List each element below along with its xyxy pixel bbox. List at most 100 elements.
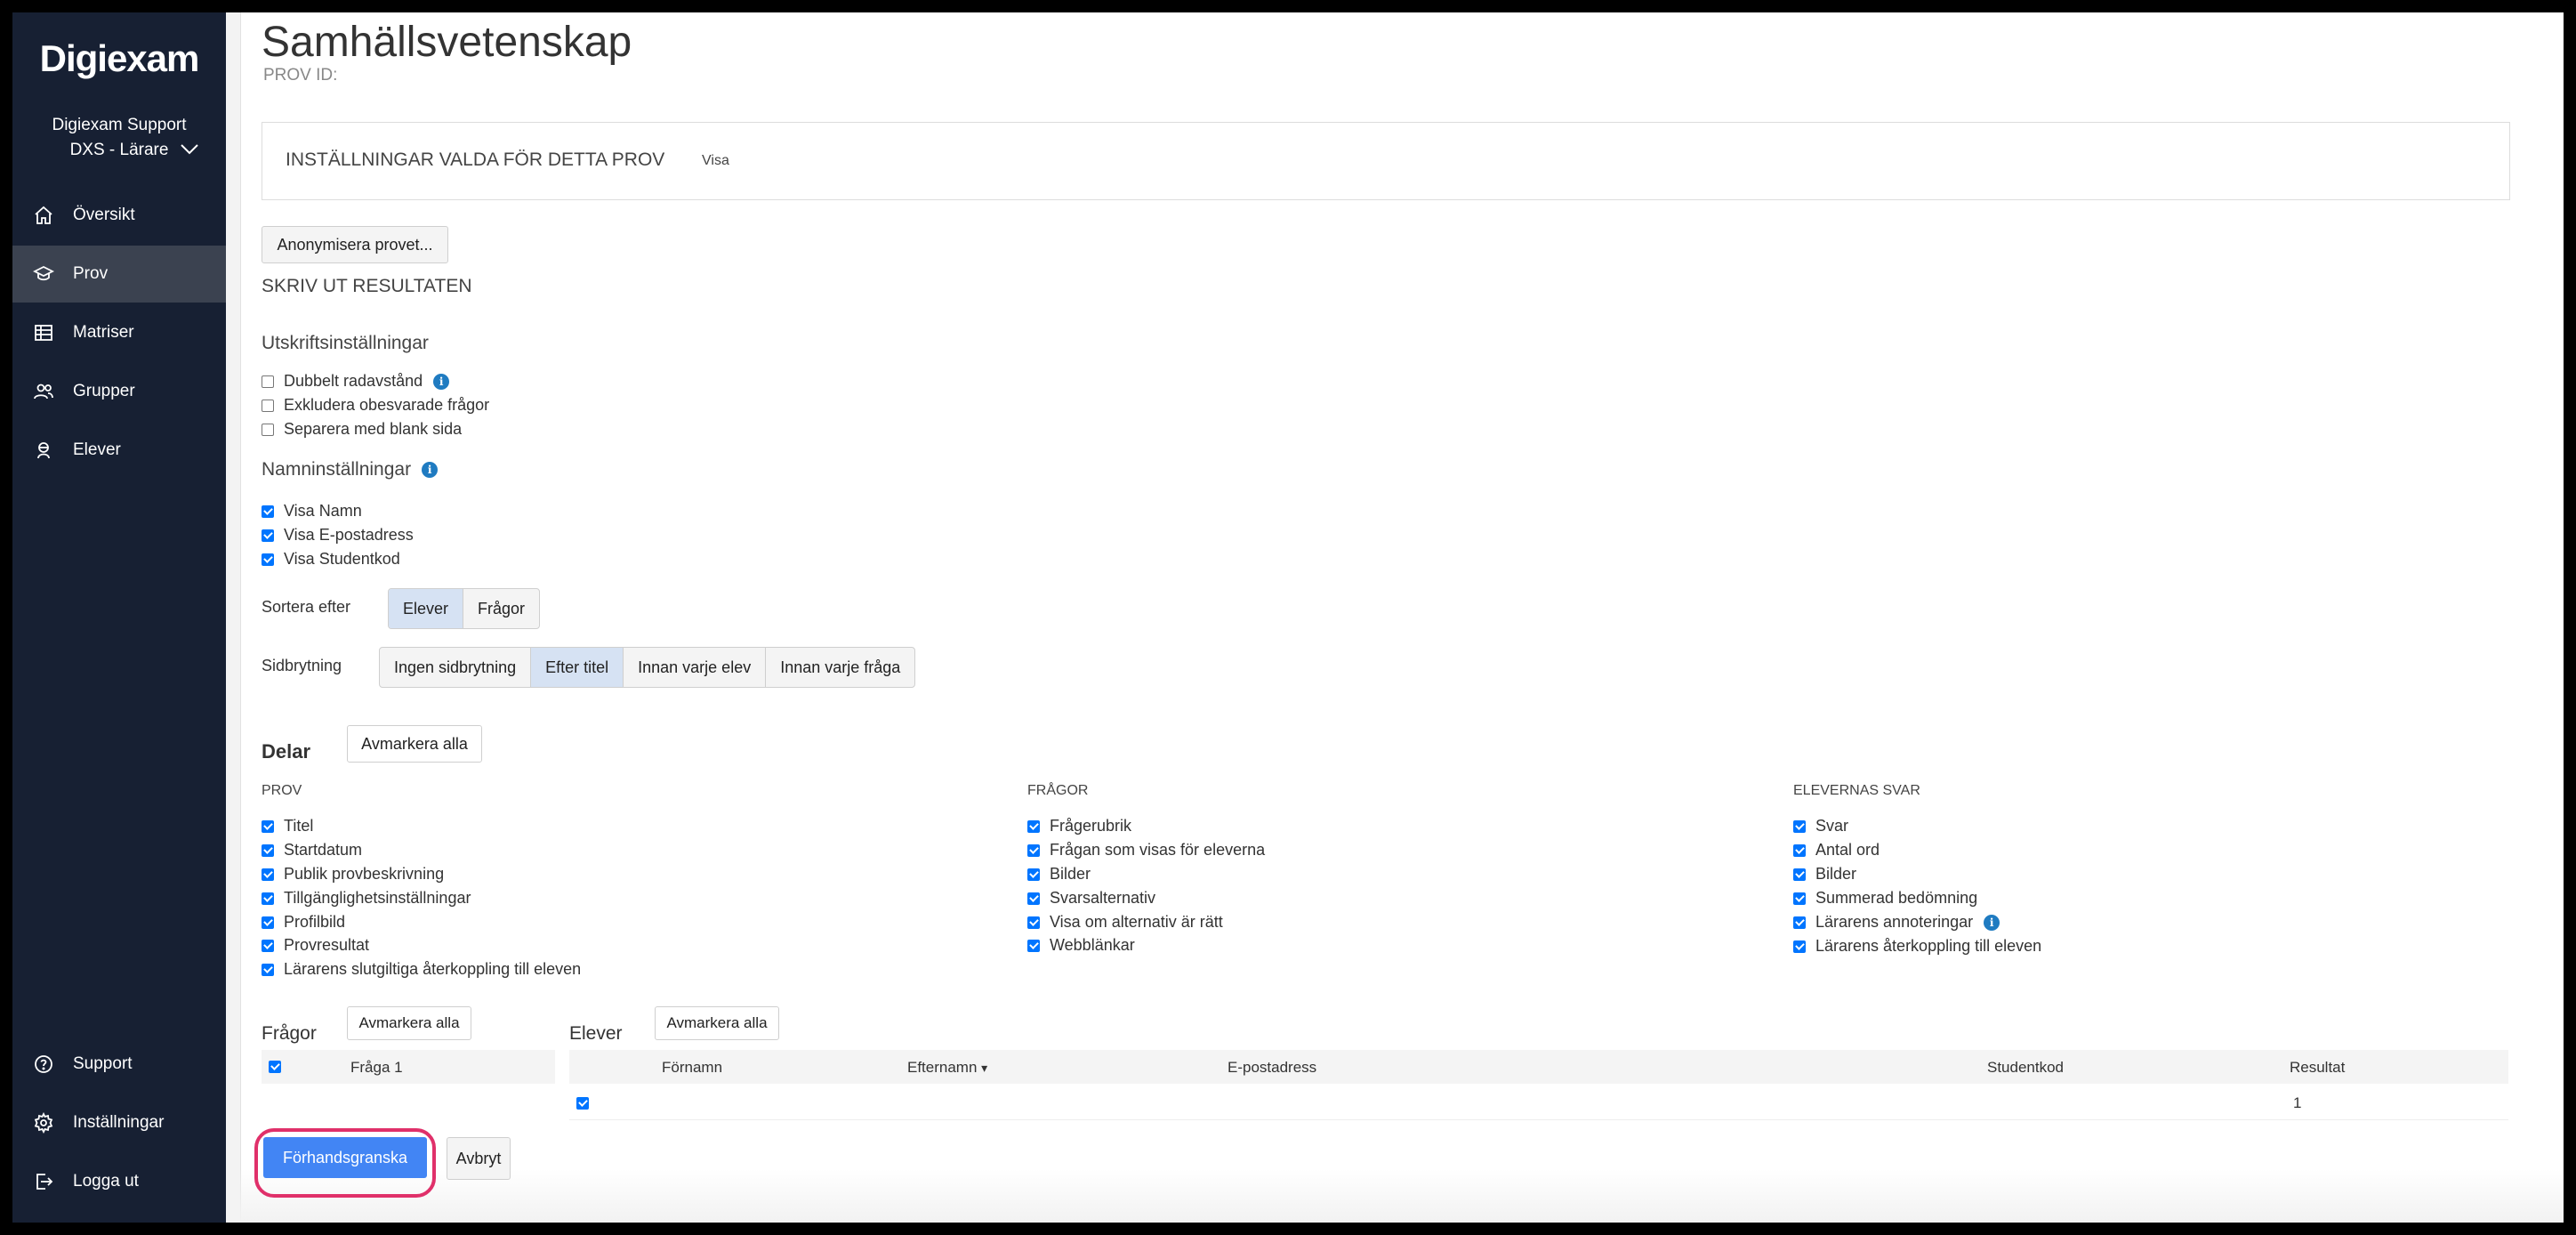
checkbox[interactable] [1793,892,1806,905]
checkbox[interactable] [262,819,274,833]
sidebar-item-grupper[interactable]: Grupper [12,363,226,420]
cancel-button[interactable]: Avbryt [447,1137,511,1180]
option-show-name[interactable]: Visa Namn [262,502,362,521]
part-label: Frågan som visas för eleverna [1050,841,1266,859]
sort-option-students[interactable]: Elever [389,589,464,628]
checkbox[interactable] [1027,939,1040,952]
checkbox[interactable] [1793,844,1806,857]
checkbox[interactable] [1793,916,1806,929]
sort-label: Sortera efter [262,598,351,616]
students-deselect-all-button[interactable]: Avmarkera alla [655,1006,779,1040]
checkbox[interactable] [262,529,274,542]
info-icon[interactable]: i [422,462,439,478]
part-item[interactable]: Bilder [1793,865,1856,884]
part-item[interactable]: Provresultat [262,936,369,955]
part-label: Startdatum [284,841,363,859]
column-header-result[interactable]: Resultat [2290,1059,2345,1077]
checkbox[interactable] [262,423,274,436]
sidebar-item-label: Support [73,1054,133,1073]
option-exclude-unanswered[interactable]: Exkludera obesvarade frågor [262,396,489,415]
checkbox[interactable] [262,963,274,976]
org-role-selector[interactable]: DXS - Lärare [12,141,226,160]
home-icon [32,204,55,227]
option-show-email[interactable]: Visa E-postadress [262,526,414,545]
sidebar-item-prov[interactable]: Prov [12,246,226,303]
table-row[interactable]: 1 [569,1086,2508,1120]
checkbox[interactable] [1793,940,1806,953]
sidebar-item-elever[interactable]: Elever [12,422,226,479]
checkbox[interactable] [1027,868,1040,881]
part-item[interactable]: Frågan som visas för eleverna [1027,841,1265,860]
parts-column-svar-heading: ELEVERNAS SVAR [1793,783,1920,798]
part-label: Lärarens annoteringar [1815,913,1974,931]
pagebreak-option-each-student[interactable]: Innan varje elev [624,648,767,687]
sidebar-item-oversikt[interactable]: Översikt [12,187,226,244]
sort-caret-icon: ▾ [981,1061,988,1075]
questions-heading: Frågor [262,1023,317,1044]
option-blank-page[interactable]: Separera med blank sida [262,420,462,439]
bottom-shadow [240,1169,2564,1223]
column-header-email[interactable]: E-postadress [1228,1059,1316,1077]
checkbox[interactable] [262,844,274,857]
part-item[interactable]: Titel [262,817,313,835]
sidebar-item-logga-ut[interactable]: Logga ut [12,1153,226,1210]
questions-deselect-all-button[interactable]: Avmarkera alla [347,1006,471,1040]
part-item[interactable]: Bilder [1027,865,1091,884]
checkbox[interactable] [262,399,274,412]
anonymize-button[interactable]: Anonymisera provet... [262,226,448,263]
checkbox[interactable] [1793,819,1806,833]
part-item[interactable]: Antal ord [1793,841,1880,860]
questions-table-row[interactable]: Fråga 1 [262,1050,555,1084]
checkbox[interactable] [1027,819,1040,833]
sidebar-item-support[interactable]: Support [12,1036,226,1093]
option-double-spacing[interactable]: Dubbelt radavstånd i [262,372,450,391]
checkbox[interactable] [262,375,274,388]
scrollbar[interactable] [226,12,241,1223]
checkbox[interactable] [576,1097,589,1110]
info-icon[interactable]: i [433,373,450,390]
option-show-student-code[interactable]: Visa Studentkod [262,550,400,569]
sidebar-item-matriser[interactable]: Matriser [12,304,226,361]
checkbox[interactable] [262,939,274,952]
part-item[interactable]: Startdatum [262,841,362,860]
pagebreak-option-none[interactable]: Ingen sidbrytning [380,648,532,687]
checkbox[interactable] [262,553,274,566]
part-item[interactable]: Lärarens återkoppling till eleven [1793,937,2041,956]
sidebar-item-label: Elever [73,440,121,459]
part-item[interactable]: Webblänkar [1027,936,1135,955]
part-item[interactable]: Publik provbeskrivning [262,865,444,884]
checkbox[interactable] [262,504,274,518]
parts-deselect-all-button[interactable]: Avmarkera alla [347,725,482,763]
pagebreak-option-after-title[interactable]: Efter titel [531,648,624,687]
part-item[interactable]: Lärarens slutgiltiga återkoppling till e… [262,960,581,979]
part-item[interactable]: Profilbild [262,913,345,932]
org-name: Digiexam Support [52,116,187,134]
checkbox[interactable] [1027,916,1040,929]
pagebreak-option-each-question[interactable]: Innan varje fråga [766,648,914,687]
checkbox[interactable] [269,1061,281,1073]
part-item[interactable]: Svar [1793,817,1848,835]
part-item[interactable]: Summerad bedömning [1793,889,1977,908]
part-item[interactable]: Frågerubrik [1027,817,1131,835]
checkbox[interactable] [262,892,274,905]
page-subtitle: PROV ID: [263,66,338,85]
print-settings-heading: Utskriftsinställningar [262,333,429,353]
sort-option-questions[interactable]: Frågor [463,589,539,628]
checkbox[interactable] [262,916,274,929]
checkbox[interactable] [1027,892,1040,905]
part-label: Titel [284,817,314,835]
part-item[interactable]: Tillgänglighetsinställningar [262,889,471,908]
part-item[interactable]: Lärarens annoteringar i [1793,913,2000,932]
part-item[interactable]: Visa om alternativ är rätt [1027,913,1223,932]
column-header-last-name[interactable]: Efternamn ▾ [907,1059,987,1077]
column-header-first-name[interactable]: Förnamn [662,1059,722,1077]
show-settings-link[interactable]: Visa [702,153,729,169]
preview-button[interactable]: Förhandsgranska [263,1137,427,1178]
sidebar-item-installningar[interactable]: Inställningar [12,1094,226,1151]
checkbox[interactable] [1793,868,1806,881]
checkbox[interactable] [262,868,274,881]
column-header-student-code[interactable]: Studentkod [1987,1059,2064,1077]
part-item[interactable]: Svarsalternativ [1027,889,1155,908]
info-icon[interactable]: i [1984,914,2000,931]
checkbox[interactable] [1027,844,1040,857]
